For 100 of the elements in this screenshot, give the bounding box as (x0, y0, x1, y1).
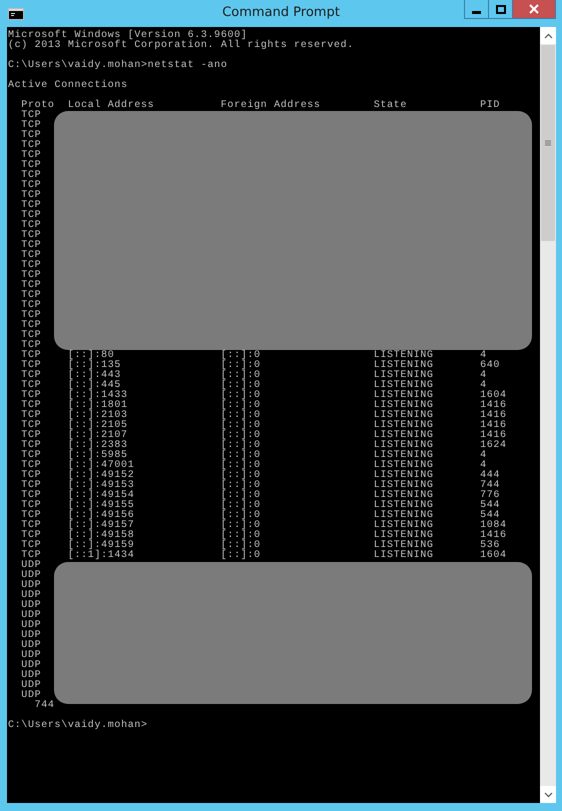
table-cell: [::]:49157 (68, 521, 134, 531)
table-cell: TCP (21, 211, 42, 221)
table-cell: TCP (21, 161, 42, 171)
column-header: PID (480, 101, 500, 111)
table-cell: [::]:0 (220, 491, 261, 501)
table-cell: TCP (21, 551, 42, 561)
table-cell: [::]:0 (220, 411, 261, 421)
table-cell: TCP (21, 501, 42, 511)
table-cell: TCP (21, 241, 42, 251)
table-cell: 4 (480, 351, 487, 361)
table-cell: TCP (21, 381, 42, 391)
table-cell: LISTENING (374, 371, 434, 381)
table-cell: TCP (21, 321, 42, 331)
table-cell: TCP (21, 111, 42, 121)
table-cell: [::]:49152 (68, 471, 134, 481)
scrollbar[interactable] (540, 27, 556, 803)
table-cell: [::]:0 (220, 531, 261, 541)
console-text: 744 (34, 701, 55, 711)
section-title: Active Connections (8, 81, 128, 91)
table-cell: UDP (21, 581, 42, 591)
table-cell: LISTENING (374, 431, 434, 441)
table-cell: [::]:0 (220, 511, 261, 521)
scroll-up-button[interactable] (540, 27, 556, 44)
table-cell: [::]:0 (220, 421, 261, 431)
column-header: Local Address (68, 101, 154, 111)
table-cell: 4 (480, 451, 487, 461)
table-cell: TCP (21, 121, 42, 131)
table-cell: [::]:0 (220, 521, 261, 531)
table-cell: UDP (21, 671, 42, 681)
table-cell: [::]:443 (68, 371, 122, 381)
table-cell: [::]:0 (220, 351, 261, 361)
table-cell: 1604 (480, 391, 507, 401)
table-cell: TCP (21, 141, 42, 151)
table-cell: 1416 (480, 411, 507, 421)
console-text: Microsoft Windows [Version 6.3.9600] (8, 31, 248, 41)
table-cell: LISTENING (374, 391, 434, 401)
table-cell: TCP (21, 231, 42, 241)
table-cell: [::]:0 (220, 541, 261, 551)
table-cell: TCP (21, 171, 42, 181)
table-cell: UDP (21, 631, 42, 641)
window-title: Command Prompt (222, 5, 340, 21)
table-cell: TCP (21, 341, 42, 351)
table-cell: LISTENING (374, 401, 434, 411)
console-icon (8, 8, 24, 20)
table-cell: 536 (480, 541, 500, 551)
minimize-button[interactable] (464, 0, 489, 19)
table-cell: [::]:1801 (68, 401, 128, 411)
table-cell: UDP (21, 681, 42, 691)
table-cell: [::1]:1434 (68, 551, 134, 561)
scroll-down-button[interactable] (540, 786, 556, 803)
table-cell: UDP (21, 621, 42, 631)
table-cell: TCP (21, 471, 42, 481)
table-cell: UDP (21, 651, 42, 661)
table-cell: LISTENING (374, 451, 434, 461)
table-cell: LISTENING (374, 531, 434, 541)
table-cell: 4 (480, 381, 487, 391)
table-cell: LISTENING (374, 491, 434, 501)
table-cell: 1624 (480, 441, 507, 451)
table-cell: TCP (21, 461, 42, 471)
scroll-thumb[interactable] (541, 45, 555, 241)
table-cell: [::]:0 (220, 441, 261, 451)
table-cell: [::]:80 (68, 351, 114, 361)
table-cell: [::]:0 (220, 361, 261, 371)
table-cell: UDP (21, 601, 42, 611)
table-cell: LISTENING (374, 501, 434, 511)
table-cell: 4 (480, 371, 487, 381)
table-cell: TCP (21, 541, 42, 551)
table-cell: [::]:49156 (68, 511, 134, 521)
close-icon (529, 4, 539, 14)
table-cell: [::]:0 (220, 371, 261, 381)
table-cell: TCP (21, 361, 42, 371)
table-cell: 1416 (480, 431, 507, 441)
table-cell: [::]:5985 (68, 451, 128, 461)
table-cell: 1084 (480, 521, 507, 531)
grip-icon (545, 140, 551, 146)
table-cell: LISTENING (374, 471, 434, 481)
table-cell: LISTENING (374, 381, 434, 391)
table-cell: TCP (21, 531, 42, 541)
table-cell: [::]:2105 (68, 421, 128, 431)
minimize-icon (472, 10, 481, 14)
command-line: C:\Users\vaidy.mohan>netstat -ano (8, 61, 228, 71)
table-cell: [::]:49155 (68, 501, 134, 511)
table-cell: TCP (21, 151, 42, 161)
caret-up-icon (544, 32, 552, 38)
table-cell: TCP (21, 451, 42, 461)
table-cell: 544 (480, 511, 500, 521)
table-cell: [::]:49153 (68, 481, 134, 491)
table-cell: [::]:47001 (68, 461, 134, 471)
table-cell: 776 (480, 491, 500, 501)
table-cell: TCP (21, 371, 42, 381)
table-cell: [::]:1433 (68, 391, 128, 401)
table-cell: TCP (21, 481, 42, 491)
table-cell: [::]:49159 (68, 541, 134, 551)
close-button[interactable] (512, 0, 556, 19)
table-cell: LISTENING (374, 421, 434, 431)
table-cell: LISTENING (374, 521, 434, 531)
table-cell: [::]:2103 (68, 411, 128, 421)
table-cell: [::]:445 (68, 381, 122, 391)
table-cell: TCP (21, 441, 42, 451)
table-cell: 744 (480, 481, 500, 491)
